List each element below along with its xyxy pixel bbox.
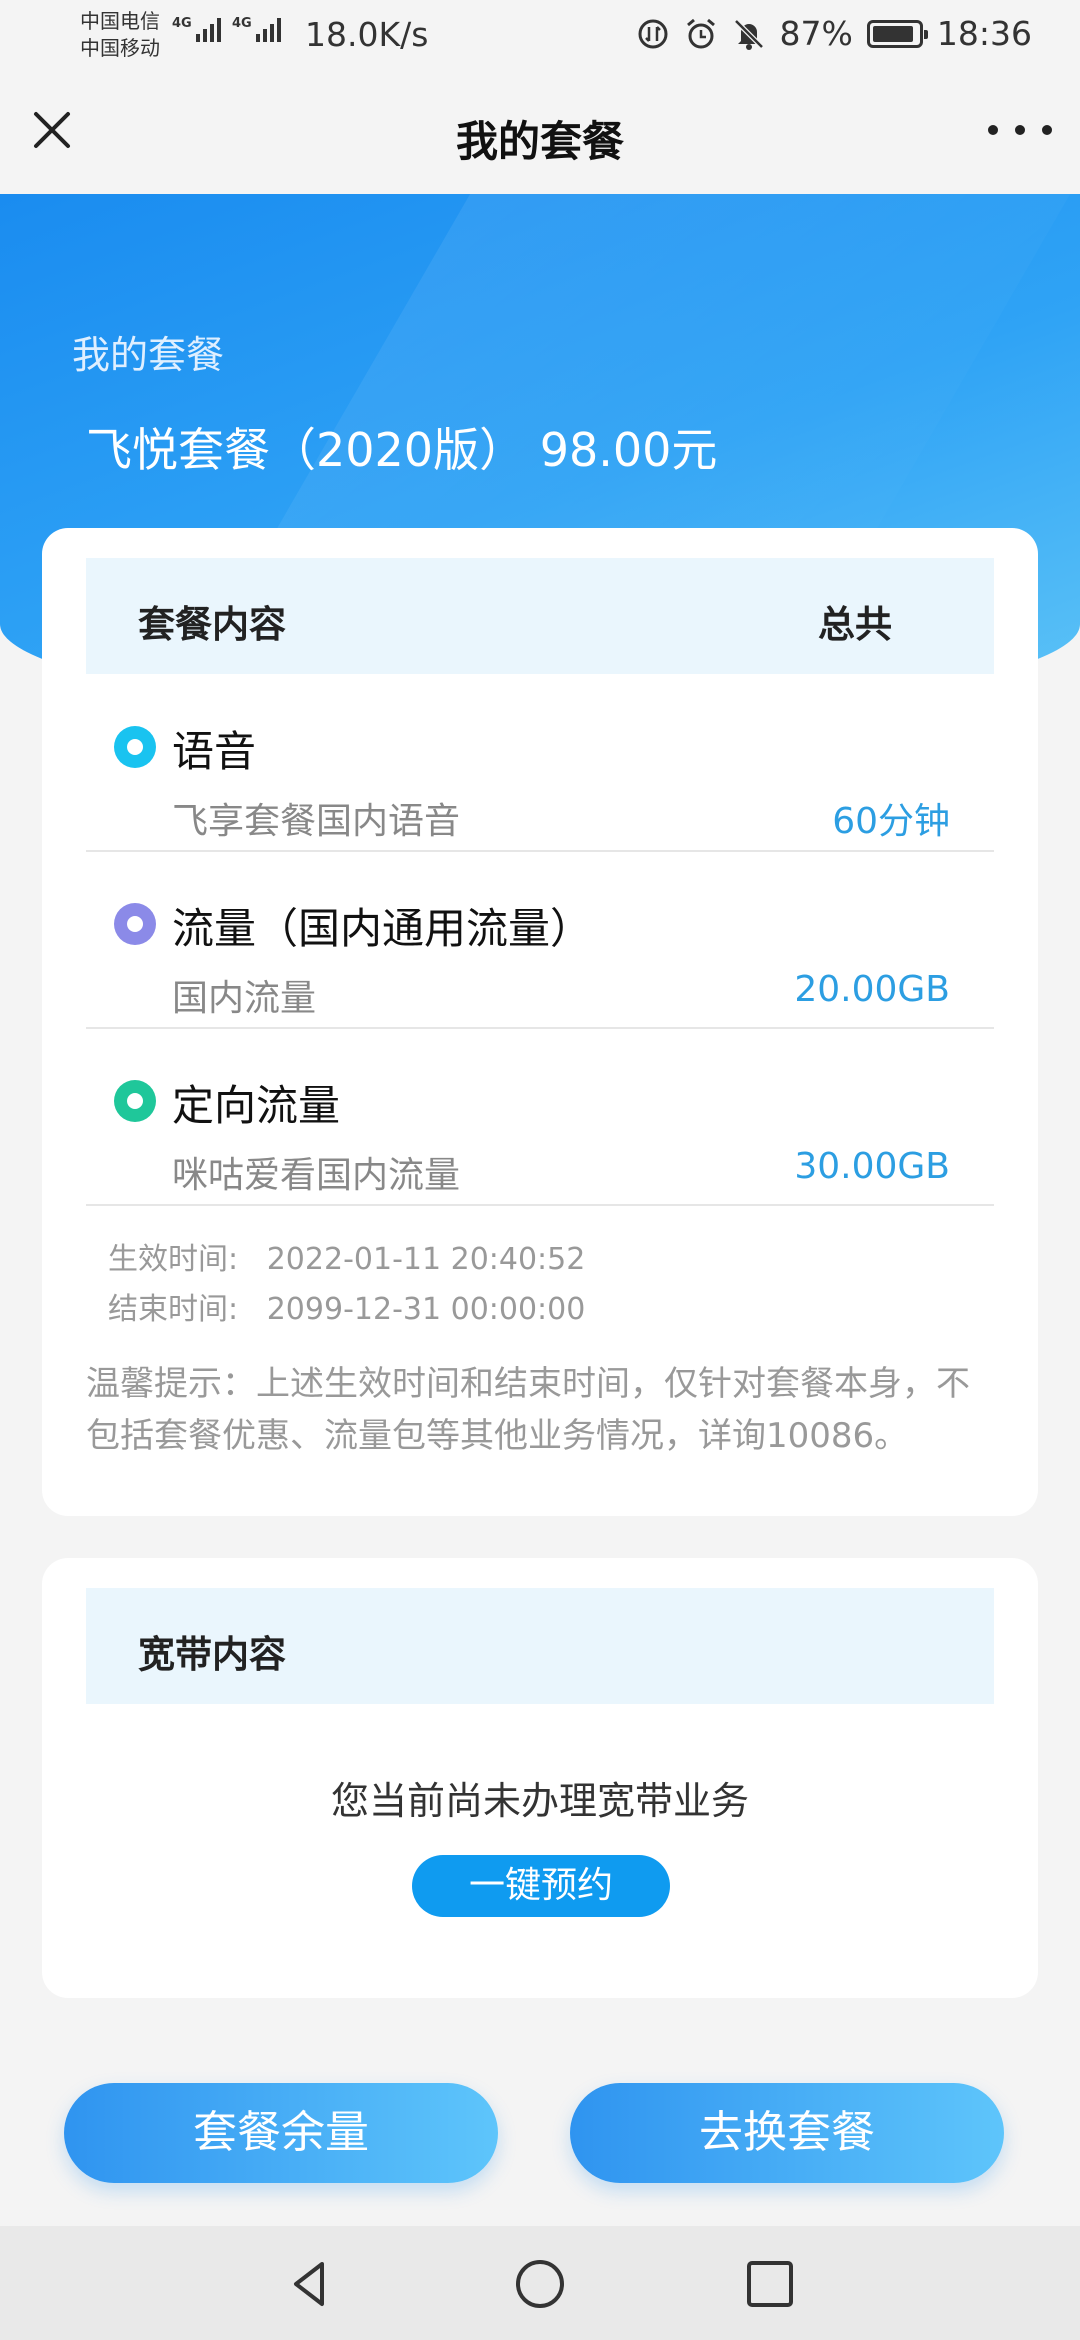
network-type-1: 4G: [172, 16, 192, 31]
carrier-names: 中国电信 中国移动: [80, 8, 160, 62]
network-speed: 18.0K/s: [305, 15, 429, 54]
recents-icon[interactable]: [744, 2258, 796, 2310]
plan-content-title: 套餐内容: [138, 603, 286, 646]
system-nav-bar: [0, 2226, 1080, 2340]
plan-item-desc: 飞享套餐国内语音: [172, 801, 461, 842]
end-time: 结束时间: 2099-12-31 00:00:00: [108, 1284, 585, 1328]
network-type-2: 4G: [232, 16, 252, 31]
plan-item-targeted-data: 定向流量 咪咕爱看国内流量 30.00GB: [86, 1028, 994, 1206]
plan-item-voice: 语音 飞享套餐国内语音 60分钟: [86, 674, 994, 852]
more-icon[interactable]: [988, 110, 1052, 150]
bell-muted-icon: [733, 18, 764, 50]
total-column-title: 总共: [818, 603, 892, 646]
plan-content-card: 套餐内容 总共 语音 飞享套餐国内语音 60分钟 流量（国内通用流量） 国内流量…: [42, 528, 1038, 1516]
plan-item-title: 定向流量: [172, 1081, 341, 1130]
title-bar: 我的套餐: [0, 76, 1080, 194]
broadband-empty-text: 您当前尚未办理宽带业务: [330, 1779, 749, 1823]
reserve-button[interactable]: 一键预约: [412, 1855, 670, 1917]
end-time-value: 2099-12-31 00:00:00: [266, 1292, 586, 1327]
plan-item-title: 语音: [172, 727, 257, 776]
voice-dot-icon: [114, 726, 156, 768]
alarm-icon: [686, 18, 715, 48]
targeted-data-dot-icon: [114, 1080, 156, 1122]
plan-item-desc: 国内流量: [172, 978, 317, 1019]
start-time: 生效时间: 2022-01-11 20:40:52: [108, 1234, 585, 1278]
plan-header-label: 我的套餐: [72, 333, 225, 377]
notice-text: 温馨提示：上述生效时间和结束时间，仅针对套餐本身，不包括套餐优惠、流量包等其他业…: [86, 1364, 970, 1456]
page-title: 我的套餐: [455, 117, 624, 166]
broadband-title: 宽带内容: [138, 1633, 286, 1676]
start-time-value: 2022-01-11 20:40:52: [266, 1242, 586, 1277]
battery-percent: 87%: [779, 14, 853, 53]
plan-item-value: 20.00GB: [794, 969, 950, 1010]
plan-name-price: 飞悦套餐（2020版） 98.00元: [86, 423, 718, 477]
plan-item-value: 60分钟: [832, 801, 950, 842]
home-icon[interactable]: [514, 2258, 566, 2310]
change-plan-button[interactable]: 去换套餐: [570, 2083, 1004, 2183]
battery-icon: [866, 19, 928, 48]
start-time-label: 生效时间:: [108, 1242, 239, 1277]
plan-item-value: 30.00GB: [794, 1146, 950, 1187]
broadband-header: 宽带内容: [86, 1588, 994, 1704]
plan-content-header: 套餐内容 总共: [86, 558, 994, 674]
plan-item-data: 流量（国内通用流量） 国内流量 20.00GB: [86, 851, 994, 1029]
plan-item-title: 流量（国内通用流量）: [172, 904, 593, 953]
broadband-card: 宽带内容 您当前尚未办理宽带业务 一键预约: [42, 1558, 1038, 1998]
plan-balance-button[interactable]: 套餐余量: [64, 2083, 498, 2183]
carrier-1: 中国电信: [80, 9, 160, 33]
status-icons: 87% 18:36: [636, 14, 1032, 53]
status-bar: 中国电信 中国移动 4G 4G 18.0K/s 87% 18:36: [0, 0, 1080, 76]
end-time-label: 结束时间:: [108, 1292, 239, 1327]
clock: 18:36: [936, 14, 1032, 53]
data-saver-icon: [638, 19, 668, 48]
data-dot-icon: [114, 903, 156, 945]
signal-icon: [196, 18, 221, 42]
plan-item-desc: 咪咕爱看国内流量: [172, 1155, 461, 1196]
back-icon[interactable]: [284, 2258, 336, 2310]
carrier-2: 中国移动: [80, 36, 160, 60]
signal-icon: [256, 18, 281, 42]
